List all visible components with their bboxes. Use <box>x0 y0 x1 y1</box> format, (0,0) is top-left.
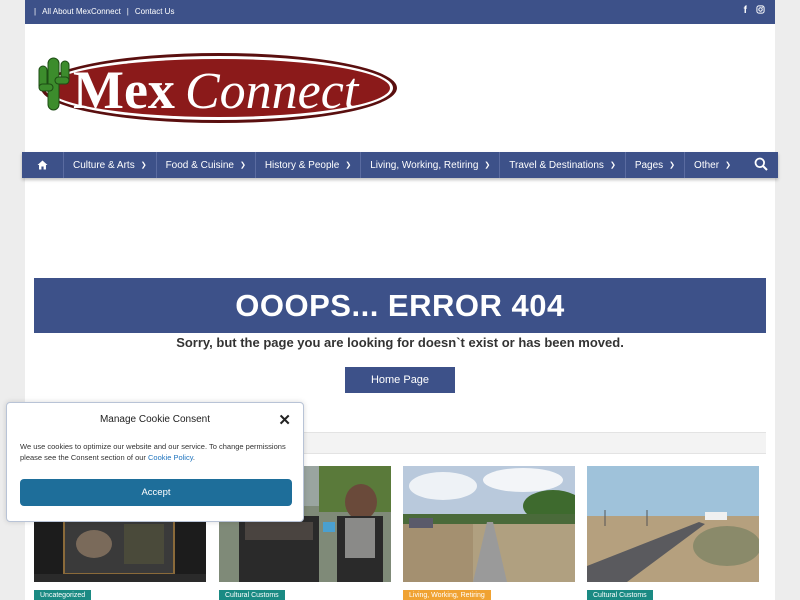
logo-text-connect: Connect <box>185 63 360 120</box>
top-links: | All About MexConnect | Contact Us <box>34 7 180 16</box>
category-tag[interactable]: Uncategorized <box>34 590 92 600</box>
link-all-about[interactable]: All About MexConnect <box>42 7 121 16</box>
close-icon[interactable]: ✕ <box>278 411 291 429</box>
chevron-down-icon: ❯ <box>669 162 676 169</box>
chevron-down-icon: ❯ <box>609 162 616 169</box>
home-page-button[interactable]: Home Page <box>345 367 455 393</box>
nav-travel-destinations[interactable]: Travel & Destinations ❯ <box>500 152 626 178</box>
main-nav: Culture & Arts ❯ Food & Cuisine ❯ History … <box>22 152 778 178</box>
post-thumbnail[interactable] <box>587 466 759 582</box>
top-separator: | <box>126 7 129 16</box>
cookie-title: Manage Cookie Consent <box>99 414 211 425</box>
social-links: f <box>744 5 765 17</box>
nav-culture-arts[interactable]: Culture & Arts ❯ <box>64 152 157 178</box>
category-tag[interactable]: Cultural Customs <box>587 590 653 600</box>
nav-search[interactable] <box>754 157 768 174</box>
chevron-down-icon: ❯ <box>725 162 731 169</box>
link-contact-us[interactable]: Contact Us <box>135 7 175 16</box>
error-title: OOOPS... ERROR 404 <box>34 278 766 333</box>
nav-history-people[interactable]: History & People ❯ <box>256 152 362 178</box>
top-bar: | All About MexConnect | Contact Us f <box>25 0 775 24</box>
accept-cookies-button[interactable]: Accept <box>20 479 292 506</box>
nav-pages[interactable]: Pages ❯ <box>626 152 686 178</box>
home-icon <box>37 160 48 170</box>
cookie-policy-link[interactable]: Cookie Policy <box>148 453 193 462</box>
chevron-down-icon: ❯ <box>345 162 352 169</box>
chevron-down-icon: ❯ <box>140 162 147 169</box>
logo-text-mex: Mex <box>73 60 175 120</box>
nav-food-cuisine[interactable]: Food & Cuisine ❯ <box>157 152 256 178</box>
nav-other[interactable]: Other ❯ <box>685 152 740 178</box>
chevron-down-icon: ❯ <box>239 162 246 169</box>
facebook-icon[interactable]: f <box>744 5 747 17</box>
instagram-icon[interactable] <box>756 5 765 17</box>
cookie-consent-dialog: Manage Cookie Consent ✕ We use cookies t… <box>6 402 304 522</box>
nav-home[interactable] <box>22 152 64 178</box>
error-message: Sorry, but the page you are looking for … <box>176 335 624 350</box>
top-separator: | <box>34 7 37 16</box>
category-tag[interactable]: Living, Working, Retiring <box>403 590 491 600</box>
search-icon <box>754 157 768 171</box>
post-card[interactable]: Cultural Customs <box>587 466 759 600</box>
post-card[interactable]: Living, Working, Retiring <box>403 466 575 600</box>
nav-living-working[interactable]: Living, Working, Retiring ❯ <box>361 152 501 178</box>
post-thumbnail[interactable] <box>403 466 575 582</box>
cookie-message: We use cookies to optimize our website a… <box>20 442 286 462</box>
mexconnect-logo[interactable]: Mex Connect <box>37 52 399 124</box>
category-tag[interactable]: Cultural Customs <box>219 590 285 600</box>
chevron-down-icon: ❯ <box>484 162 491 169</box>
